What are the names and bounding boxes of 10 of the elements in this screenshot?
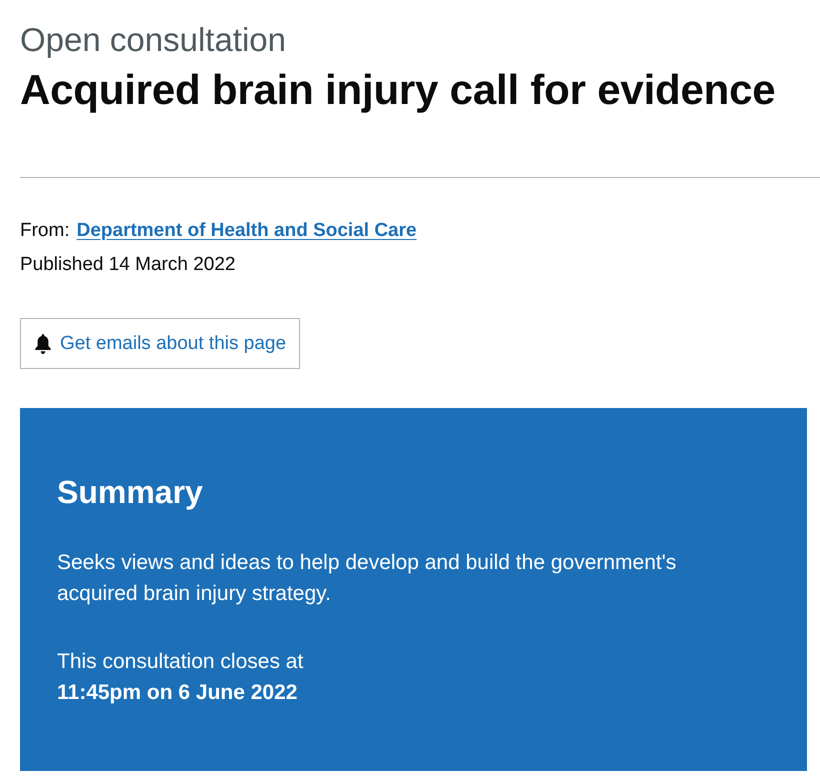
summary-text: Seeks views and ideas to help develop and build the government's acquired brain injury strategy.	[57, 550, 678, 607]
closing-date-text: This consultation closes at 11:45pm on 6 June 2022	[57, 649, 304, 706]
bell-icon	[35, 334, 51, 354]
get-emails-button[interactable]: Get emails about this page	[20, 318, 300, 369]
from-label: From:	[20, 219, 70, 243]
page-context-label: Open consultation	[20, 22, 288, 57]
organisation-link[interactable]: Department of Health and Social Care	[76, 214, 417, 248]
published-date: Published 14 March 2022	[20, 253, 236, 277]
page-title: Acquired brain injury call for evidence	[20, 66, 776, 114]
summary-heading: Summary	[57, 473, 204, 512]
